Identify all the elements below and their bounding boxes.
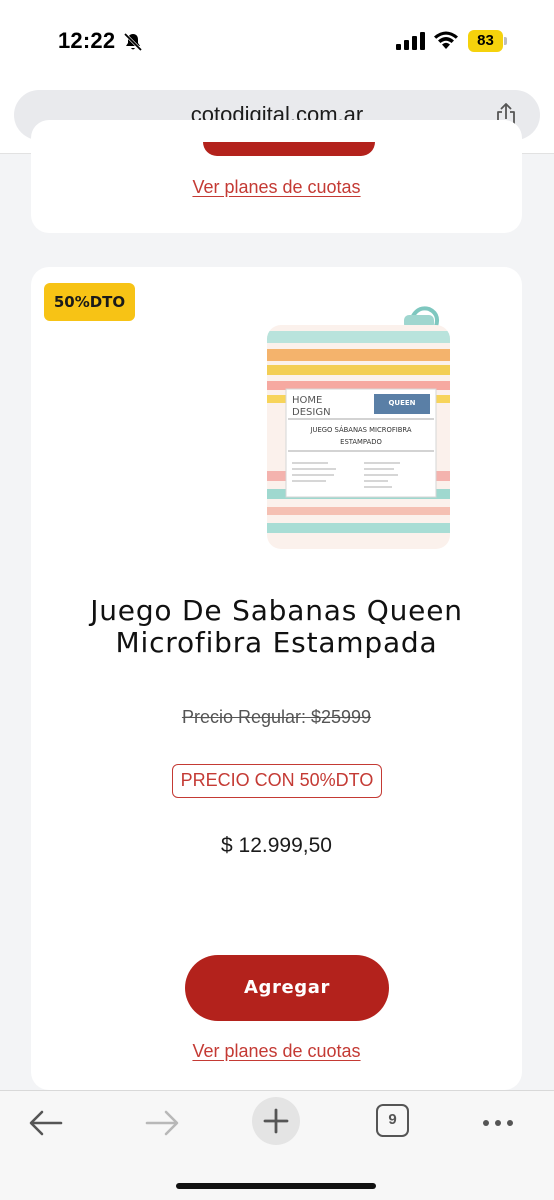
forward-arrow-icon[interactable] (140, 1105, 184, 1141)
brand-line-1: HOME (292, 395, 322, 406)
regular-price: Precio Regular: $25999 (181, 707, 372, 727)
package-line-2: ESTAMPADO (340, 438, 382, 446)
discounted-price: $ 12.999,50 (221, 834, 332, 857)
cuotas-link[interactable]: Ver planes de cuotas (31, 1041, 522, 1062)
browser-toolbar: 9 (0, 1090, 554, 1200)
product-title[interactable]: Juego De Sabanas Queen Microfibra Estamp… (41, 595, 512, 659)
new-tab-button[interactable] (252, 1097, 300, 1145)
discount-badge: 50%DTO (44, 283, 135, 321)
promo-price-label: PRECIO CON 50%DTO (172, 764, 382, 798)
product-image[interactable]: HOME DESIGN QUEEN JUEGO SÁBANAS MICROFIB… (264, 301, 454, 551)
silent-mode-bell-icon (123, 32, 143, 52)
add-button-previous[interactable] (203, 142, 375, 156)
brand-line-2: DESIGN (292, 407, 331, 418)
battery-level: 83 (468, 30, 503, 52)
cuotas-link-previous[interactable]: Ver planes de cuotas (31, 177, 522, 198)
battery-indicator: 83 (468, 30, 508, 52)
product-card-previous: Ver planes de cuotas (31, 120, 522, 233)
battery-tip (504, 37, 507, 45)
cellular-signal-icon (396, 32, 425, 50)
product-card: 50%DTO HOME DESIGN QUEEN JUEGO SÁBANAS M… (31, 267, 522, 1090)
package-line-1: JUEGO SÁBANAS MICROFIBRA (309, 425, 411, 434)
more-icon[interactable] (477, 1105, 521, 1141)
new-tab-plus-icon (263, 1108, 289, 1134)
status-bar: 12:22 83 (0, 0, 554, 84)
tabs-icon[interactable]: 9 (376, 1104, 409, 1137)
add-to-cart-button[interactable]: Agregar (185, 955, 389, 1021)
back-arrow-icon[interactable] (24, 1105, 68, 1141)
status-time: 12:22 (58, 28, 116, 53)
wifi-icon (434, 31, 458, 49)
home-indicator[interactable] (176, 1183, 376, 1189)
size-tag: QUEEN (388, 399, 415, 407)
